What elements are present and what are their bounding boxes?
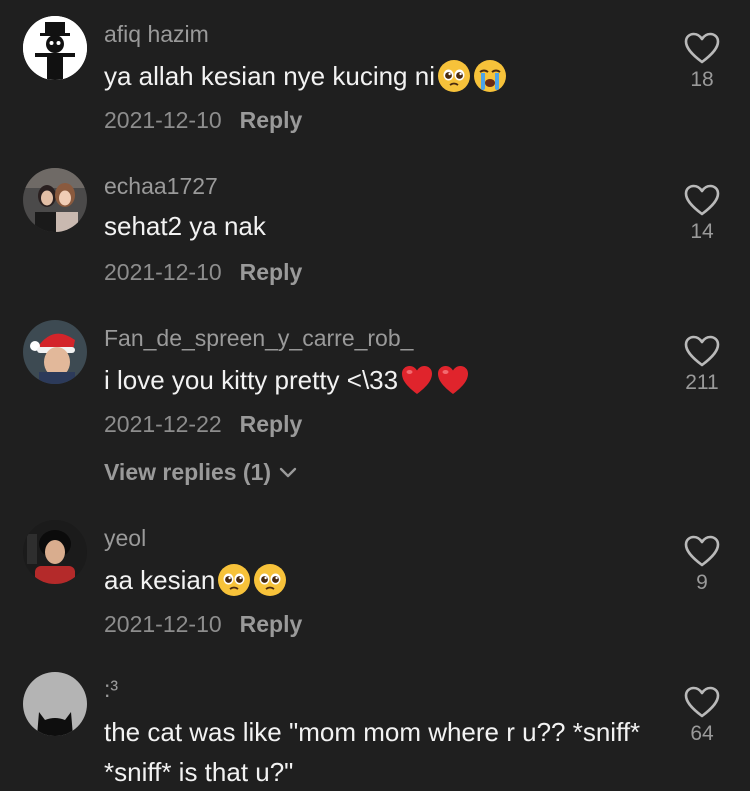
like-count: 9	[696, 571, 708, 594]
comment-username[interactable]: echaa1727	[104, 173, 218, 200]
comment-text: the cat was like "mom mom where r u?? *s…	[104, 717, 641, 787]
view-replies-button[interactable]: View replies (1)	[104, 459, 297, 486]
like-count: 64	[690, 722, 714, 745]
comment-text: sehat2 ya nak	[104, 211, 266, 242]
comment-text-content: aa kesian	[104, 564, 216, 595]
like-control: 14	[672, 184, 732, 244]
pleading-face-emoji-icon	[253, 563, 287, 597]
avatar[interactable]	[23, 320, 87, 384]
like-count: 211	[685, 371, 719, 394]
heart-outline-icon[interactable]	[684, 184, 720, 216]
like-count: 14	[690, 220, 714, 243]
comment-text-content: ya allah kesian nye kucing ni	[104, 60, 435, 91]
like-control: 18	[672, 32, 732, 92]
avatar[interactable]	[23, 168, 87, 232]
avatar[interactable]	[23, 16, 87, 80]
avatar[interactable]	[23, 672, 87, 736]
cat-silhouette-avatar-icon	[23, 672, 87, 736]
comment-text: i love you kitty pretty <\33	[104, 363, 470, 397]
heart-outline-icon[interactable]	[684, 535, 720, 567]
comment-username[interactable]: afiq hazim	[104, 21, 209, 48]
avatar[interactable]	[23, 520, 87, 584]
comment-meta: 2021-12-10 Reply	[104, 259, 302, 286]
comment-username[interactable]: :³	[104, 676, 118, 703]
comment-username[interactable]: Fan_de_spreen_y_carre_rob_	[104, 325, 413, 352]
comment-date: 2021-12-10	[104, 107, 222, 133]
crying-face-emoji-icon	[473, 59, 507, 93]
like-control: 64	[672, 686, 732, 746]
comment-meta: 2021-12-22 Reply	[104, 411, 302, 438]
comment-date: 2021-12-10	[104, 611, 222, 637]
chevron-down-icon	[279, 467, 297, 477]
red-heart-emoji-icon	[400, 363, 434, 397]
photo-avatar-icon	[23, 168, 87, 232]
comment-username[interactable]: yeol	[104, 525, 146, 552]
comment-meta: 2021-12-10 Reply	[104, 611, 302, 638]
reply-button[interactable]: Reply	[240, 107, 303, 133]
like-control: 9	[672, 535, 732, 595]
heart-outline-icon[interactable]	[684, 335, 720, 367]
like-control: 211	[672, 335, 732, 395]
like-count: 18	[690, 68, 714, 91]
reply-button[interactable]: Reply	[240, 411, 303, 437]
comment-text: aa kesian	[104, 563, 287, 597]
comment-text-content: sehat2 ya nak	[104, 211, 266, 241]
reply-button[interactable]: Reply	[240, 259, 303, 285]
heart-outline-icon[interactable]	[684, 32, 720, 64]
pleading-face-emoji-icon	[217, 563, 251, 597]
snowman-avatar-icon	[23, 16, 87, 80]
comment-meta: 2021-12-10 Reply	[104, 107, 302, 134]
red-heart-emoji-icon	[436, 363, 470, 397]
pleading-face-emoji-icon	[437, 59, 471, 93]
heart-outline-icon[interactable]	[684, 686, 720, 718]
view-replies-label: View replies (1)	[104, 459, 272, 485]
comment-date: 2021-12-22	[104, 411, 222, 437]
comment-text: ya allah kesian nye kucing ni	[104, 59, 507, 93]
comments-panel: afiq hazim ya allah kesian nye kucing ni…	[0, 0, 750, 791]
santa-hat-avatar-icon	[23, 320, 87, 384]
photo-avatar-icon	[23, 520, 87, 584]
reply-button[interactable]: Reply	[240, 611, 303, 637]
comment-text-content: i love you kitty pretty <\33	[104, 364, 399, 395]
comment-date: 2021-12-10	[104, 259, 222, 285]
